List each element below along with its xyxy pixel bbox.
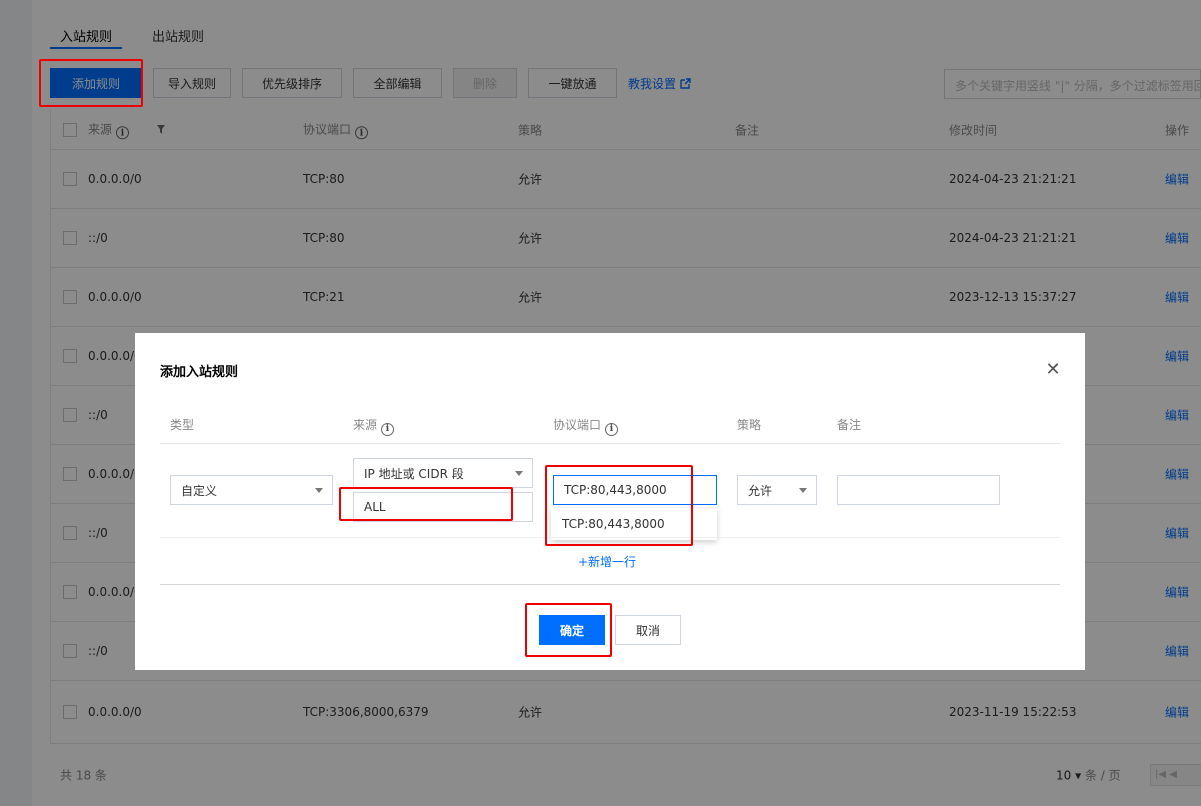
source-type-select[interactable]: IP 地址或 CIDR 段 (353, 458, 533, 488)
chevron-down-icon (799, 488, 807, 493)
add-inbound-rule-dialog: 添加入站规则 ✕ 类型 来源 i 协议端口 i 策略 备注 自定义 IP 地址或 C… (135, 333, 1085, 670)
col-source-header: 来源 i (353, 416, 395, 436)
footer-divider (160, 584, 1060, 585)
chevron-down-icon (515, 471, 523, 476)
col-type-header: 类型 (170, 418, 195, 432)
col-policy-header: 策略 (737, 418, 762, 432)
add-row-link[interactable]: +新增一行 (578, 553, 636, 570)
col-protocol-port-header: 协议端口 i (553, 416, 619, 436)
row-divider (160, 537, 1060, 538)
remark-input[interactable] (837, 475, 1000, 505)
chevron-down-icon (315, 488, 323, 493)
close-icon[interactable]: ✕ (1043, 361, 1063, 381)
type-select[interactable]: 自定义 (170, 475, 333, 505)
security-group-page: 入站规则 出站规则 添加规则 导入规则 优先级排序 全部编辑 删除 一键放通 教… (0, 0, 1201, 806)
confirm-button[interactable]: 确定 (539, 615, 605, 645)
col-remark-header: 备注 (837, 418, 862, 432)
info-icon[interactable]: i (605, 422, 619, 436)
source-input[interactable]: ALL (353, 492, 533, 522)
header-divider (160, 443, 1060, 444)
info-icon[interactable]: i (381, 422, 395, 436)
port-suggestion-item[interactable]: TCP:80,443,8000 (551, 508, 717, 540)
cancel-button[interactable]: 取消 (615, 615, 681, 645)
protocol-port-input[interactable]: TCP:80,443,8000 (553, 475, 717, 505)
dialog-title: 添加入站规则 (160, 365, 239, 380)
policy-select[interactable]: 允许 (737, 475, 817, 505)
